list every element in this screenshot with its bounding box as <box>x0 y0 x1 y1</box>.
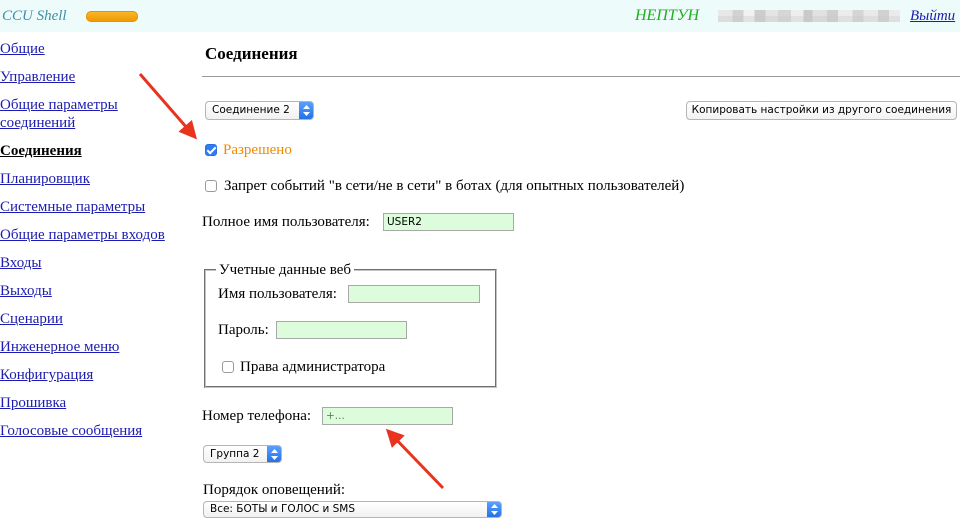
redacted-device-id <box>718 10 900 22</box>
sidebar-item-configuration[interactable]: Конфигурация <box>0 366 185 384</box>
full-name-label: Полное имя пользователя: <box>202 214 370 230</box>
web-credentials-legend: Учетные данные веб <box>216 261 355 279</box>
username-label: Имя пользователя: <box>218 286 337 302</box>
enabled-label: Разрешено <box>223 142 292 158</box>
sidebar-item-input-settings[interactable]: Общие параметры входов <box>0 226 185 244</box>
admin-rights-label: Права администратора <box>240 359 386 375</box>
ban-events-checkbox[interactable] <box>205 180 217 192</box>
sidebar-item-general[interactable]: Общие <box>0 40 185 58</box>
app-title: CCU Shell <box>2 8 67 24</box>
full-name-input[interactable] <box>383 213 514 231</box>
sidebar-item-engineering-menu[interactable]: Инженерное меню <box>0 338 185 356</box>
copy-settings-button[interactable]: Копировать настройки из другого соединен… <box>686 101 957 120</box>
notify-order-select-value: Все: БОТЫ и ГОЛОС и SMS <box>210 503 356 515</box>
sidebar-item-system-params[interactable]: Системные параметры <box>0 198 185 216</box>
sidebar-item-inputs[interactable]: Входы <box>0 254 185 272</box>
select-arrows-icon <box>487 502 501 517</box>
select-arrows-icon <box>299 102 313 119</box>
notify-order-select[interactable]: Все: БОТЫ и ГОЛОС и SMS <box>203 501 502 518</box>
group-select-value: Группа 2 <box>210 448 260 460</box>
logout-link[interactable]: Выйти <box>910 7 955 25</box>
sidebar-item-scenarios[interactable]: Сценарии <box>0 310 185 328</box>
sidebar-nav: Общие Управление Общие параметры соедине… <box>0 40 185 450</box>
sidebar-item-voice-messages[interactable]: Голосовые сообщения <box>0 422 185 440</box>
sidebar-item-connection-settings[interactable]: Общие параметры соединений <box>0 96 185 132</box>
admin-rights-checkbox[interactable] <box>222 361 234 373</box>
status-bar <box>86 11 138 22</box>
password-input[interactable] <box>276 321 407 339</box>
group-select[interactable]: Группа 2 <box>203 445 282 463</box>
device-name: НЕПТУН <box>635 7 700 24</box>
phone-label: Номер телефона: <box>202 408 312 424</box>
page-title: Соединения <box>205 44 298 63</box>
enabled-checkbox[interactable] <box>205 144 217 156</box>
phone-input[interactable] <box>322 407 453 425</box>
username-input[interactable] <box>348 285 480 303</box>
annotation-arrow-icon <box>385 428 445 490</box>
ban-events-label: Запрет событий "в сети/не в сети" в бота… <box>224 178 685 194</box>
sidebar-item-scheduler[interactable]: Планировщик <box>0 170 185 188</box>
top-header: CCU Shell НЕПТУН Выйти <box>0 0 960 32</box>
select-arrows-icon <box>267 446 281 462</box>
sidebar-item-outputs[interactable]: Выходы <box>0 282 185 300</box>
connection-select-value: Соединение 2 <box>212 104 290 116</box>
connection-select[interactable]: Соединение 2 <box>205 101 314 120</box>
password-label: Пароль: <box>218 322 269 338</box>
title-divider <box>202 76 960 77</box>
sidebar-item-connections[interactable]: Соединения <box>0 142 185 160</box>
sidebar-item-firmware[interactable]: Прошивка <box>0 394 185 412</box>
sidebar-item-control[interactable]: Управление <box>0 68 185 86</box>
notify-order-label: Порядок оповещений: <box>203 482 346 498</box>
